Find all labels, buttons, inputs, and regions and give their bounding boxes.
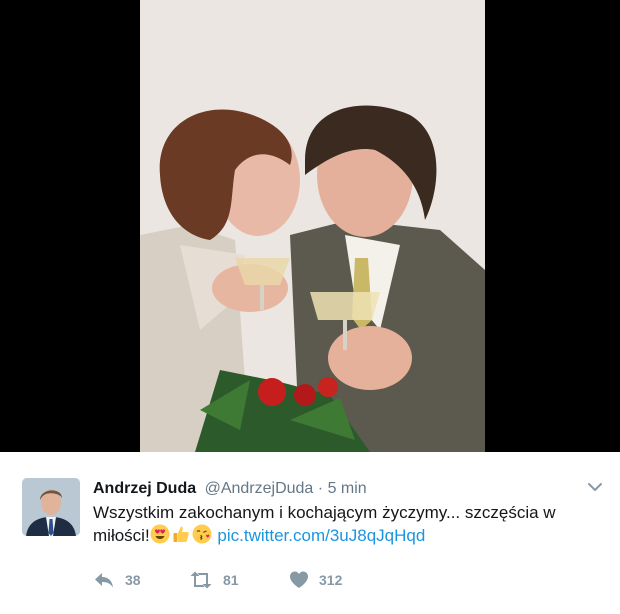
retweet-icon [189,571,213,589]
avatar[interactable] [22,478,80,536]
reply-button[interactable]: 38 [93,571,141,589]
tweet-header: Andrzej Duda @AndrzejDuda · 5 min [93,479,367,499]
retweet-button[interactable]: 81 [189,571,239,589]
reply-icon [93,571,115,589]
tweet-timestamp[interactable]: 5 min [328,480,367,497]
retweet-count: 81 [223,572,239,588]
tweet-text-line1: Wszystkim zakochanym i kochającym życzym… [93,503,556,522]
author-name[interactable]: Andrzej Duda [93,480,196,497]
kiss-heart-emoji [192,524,212,550]
tweet-text-line2-container: miłości! pic.twitter.com/3uJ8qJqHqd [93,524,588,550]
author-handle[interactable]: @AndrzejDuda [205,480,314,497]
chevron-down-icon[interactable] [586,480,604,494]
tweet-photo[interactable] [140,0,485,452]
heart-icon [289,571,309,589]
heart-eyes-emoji [150,524,170,550]
separator-dot: · [317,480,324,497]
like-count: 312 [319,572,343,588]
reply-count: 38 [125,572,141,588]
photo-kissing-couple [140,0,485,452]
tweet-media[interactable] [0,0,620,452]
tweet-card: Andrzej Duda @AndrzejDuda · 5 min Wszyst… [0,452,620,614]
tweet-media-link[interactable]: pic.twitter.com/3uJ8qJqHqd [217,526,425,545]
tweet-text: Wszystkim zakochanym i kochającym życzym… [93,501,588,550]
thumbs-up-emoji [171,524,191,550]
like-button[interactable]: 312 [289,571,342,589]
tweet-text-line2: miłości! [93,526,150,545]
avatar-image [22,478,80,536]
